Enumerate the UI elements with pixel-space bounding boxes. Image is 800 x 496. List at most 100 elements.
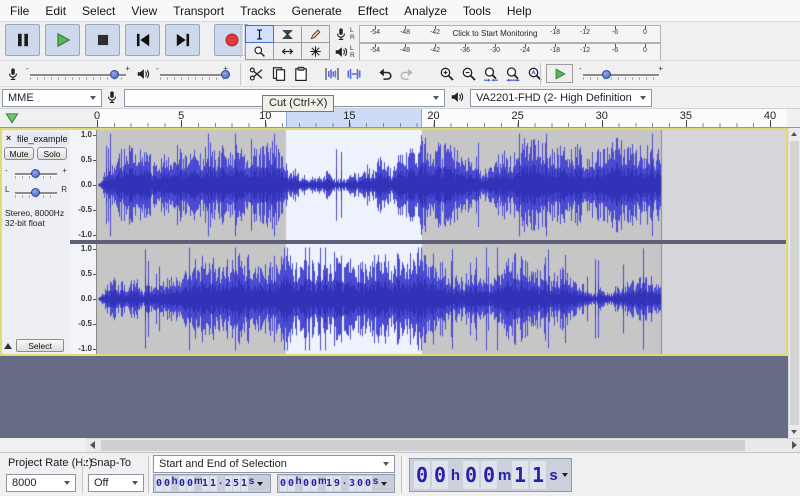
- time-digit[interactable]: 0: [364, 476, 372, 491]
- track-title-menu[interactable]: file_example▼: [16, 132, 69, 145]
- menu-item[interactable]: Help: [499, 1, 540, 21]
- vertical-scrollbar[interactable]: [788, 128, 800, 438]
- select-track-button[interactable]: Select: [16, 339, 64, 352]
- time-digit[interactable]: 0: [481, 461, 497, 489]
- zoom-tool-button[interactable]: [245, 42, 274, 60]
- play-button[interactable]: [45, 24, 80, 56]
- menu-item[interactable]: Generate: [284, 1, 350, 21]
- timeline-ruler[interactable]: 0 5 10 15 20 25 30 35 40: [0, 108, 800, 128]
- skip-to-end-button[interactable]: [165, 24, 200, 56]
- waveform-right-channel[interactable]: [97, 244, 786, 354]
- fit-project-button[interactable]: [502, 63, 524, 85]
- slider-thumb[interactable]: [220, 70, 230, 79]
- time-digit[interactable]: 0: [414, 461, 430, 489]
- scroll-down-icon[interactable]: [791, 430, 797, 434]
- track-gain-slider[interactable]: [11, 165, 61, 181]
- time-digit[interactable]: 0: [178, 476, 186, 491]
- paste-button[interactable]: [290, 63, 312, 85]
- selection-tool-button[interactable]: [245, 25, 274, 43]
- waveform-left-channel[interactable]: [97, 130, 786, 240]
- toolbar-grip[interactable]: [148, 456, 152, 493]
- play-at-speed-button[interactable]: [546, 64, 573, 83]
- time-digit[interactable]: 0: [310, 476, 318, 491]
- time-digit[interactable]: m: [194, 476, 203, 491]
- close-track-button[interactable]: ×: [3, 133, 14, 144]
- time-digit[interactable]: 1: [512, 461, 528, 489]
- horizontal-scrollbar-thumb[interactable]: [101, 440, 745, 451]
- toolbar-grip[interactable]: [240, 24, 244, 58]
- time-digit[interactable]: 2: [224, 476, 232, 491]
- toolbar-grip[interactable]: [401, 456, 405, 493]
- playback-meter-scale[interactable]: -54 -48 -42 -36 -30 -24 -18 -12 -6 0: [359, 42, 661, 61]
- menu-item[interactable]: File: [2, 1, 37, 21]
- time-digit[interactable]: h: [295, 476, 302, 491]
- playback-meter[interactable]: LR -54 -48 -42 -36 -30 -24 -18 -12 -6 0: [331, 42, 661, 61]
- menu-item[interactable]: View: [123, 1, 165, 21]
- time-digit[interactable]: s: [248, 476, 255, 491]
- play-speed-slider[interactable]: - +: [579, 64, 663, 82]
- silence-audio-button[interactable]: [343, 63, 365, 85]
- slider-thumb[interactable]: [31, 188, 40, 197]
- zoom-out-button[interactable]: [458, 63, 480, 85]
- redo-button[interactable]: [396, 63, 418, 85]
- time-digit[interactable]: m: [498, 467, 511, 484]
- envelope-tool-button[interactable]: [273, 25, 302, 43]
- recording-volume-slider[interactable]: - +: [26, 64, 130, 82]
- scroll-right-icon[interactable]: [792, 441, 797, 449]
- time-digit[interactable]: .: [341, 476, 348, 491]
- time-digit[interactable]: 1: [530, 461, 546, 489]
- time-digit[interactable]: 1: [201, 476, 209, 491]
- time-digit[interactable]: 0: [287, 476, 295, 491]
- zoom-in-button[interactable]: [436, 63, 458, 85]
- time-digit[interactable]: .: [217, 476, 224, 491]
- monitoring-hint[interactable]: Click to Start Monitoring: [450, 26, 540, 42]
- trim-audio-button[interactable]: [321, 63, 343, 85]
- time-digit[interactable]: m: [318, 476, 327, 491]
- cut-button[interactable]: [246, 63, 268, 85]
- time-digit[interactable]: 0: [155, 476, 163, 491]
- menu-item[interactable]: Select: [74, 1, 123, 21]
- time-digit[interactable]: 0: [356, 476, 364, 491]
- copy-button[interactable]: [268, 63, 290, 85]
- toolbar-grip[interactable]: [82, 456, 86, 493]
- time-digit[interactable]: 0: [432, 461, 448, 489]
- menu-item[interactable]: Transport: [165, 1, 232, 21]
- menu-item[interactable]: Tracks: [232, 1, 284, 21]
- pause-button[interactable]: [5, 24, 40, 56]
- menu-item[interactable]: Effect: [350, 1, 396, 21]
- time-digit[interactable]: 1: [240, 476, 248, 491]
- menu-item[interactable]: Tools: [455, 1, 499, 21]
- selection-end-field[interactable]: 00h00m19.300s: [277, 474, 395, 493]
- selection-mode-select[interactable]: Start and End of Selection: [153, 455, 395, 473]
- audio-position-display[interactable]: 00h00m11s: [409, 458, 572, 492]
- skip-to-start-button[interactable]: [125, 24, 160, 56]
- toolbar-grip[interactable]: [240, 63, 244, 85]
- time-digit[interactable]: 0: [279, 476, 287, 491]
- snap-to-select[interactable]: Off: [88, 474, 144, 492]
- time-digit[interactable]: 3: [348, 476, 356, 491]
- time-digit[interactable]: s: [372, 476, 379, 491]
- slider-thumb[interactable]: [601, 69, 611, 79]
- recording-meter[interactable]: LR -54 -48 -42 Click to Start Monitoring -…: [331, 24, 661, 43]
- time-digit[interactable]: 1: [209, 476, 217, 491]
- time-shift-tool-button[interactable]: [273, 42, 302, 60]
- multi-tool-button[interactable]: [301, 42, 330, 60]
- recording-meter-scale[interactable]: -54 -48 -42 Click to Start Monitoring -18-…: [359, 24, 661, 43]
- time-digit[interactable]: 0: [463, 461, 479, 489]
- mute-button[interactable]: Mute: [4, 147, 34, 160]
- fit-selection-button[interactable]: [480, 63, 502, 85]
- toolbar-grip[interactable]: [540, 63, 544, 85]
- slider-thumb[interactable]: [31, 169, 40, 178]
- solo-button[interactable]: Solo: [37, 147, 67, 160]
- vertical-scrollbar-thumb[interactable]: [790, 141, 799, 425]
- menu-item[interactable]: Analyze: [396, 1, 455, 21]
- time-digit[interactable]: s: [547, 467, 560, 484]
- playback-volume-slider[interactable]: - +: [156, 64, 230, 82]
- scroll-left-icon[interactable]: [90, 441, 95, 449]
- time-digit[interactable]: h: [171, 476, 178, 491]
- project-rate-select[interactable]: 8000: [6, 474, 76, 492]
- time-digit[interactable]: 5: [232, 476, 240, 491]
- audio-host-select[interactable]: MME: [2, 89, 102, 107]
- time-digit[interactable]: h: [449, 467, 462, 484]
- time-digit[interactable]: 1: [325, 476, 333, 491]
